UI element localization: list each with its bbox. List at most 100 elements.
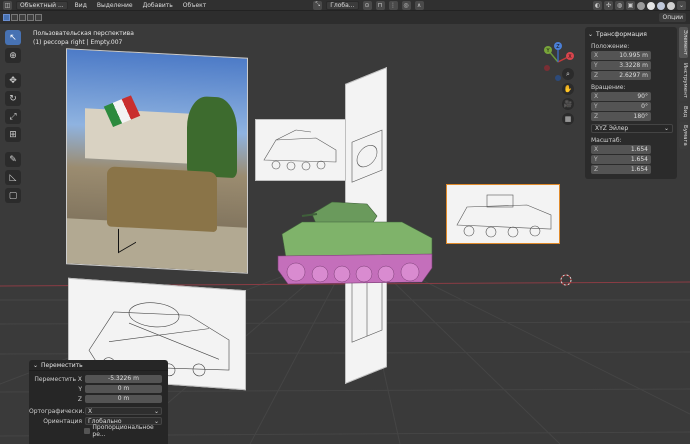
falloff-icon[interactable]: ∧ (414, 0, 424, 10)
select-box-icon[interactable]: ↖ (5, 30, 21, 45)
scale-y-field[interactable]: Y 1.654 (591, 155, 651, 164)
menu-object[interactable]: Объект (180, 1, 209, 10)
pivot-icon[interactable]: ⊙ (362, 0, 372, 10)
move-y-field[interactable]: 0 m (85, 385, 162, 393)
select-subtract-icon[interactable] (19, 14, 26, 21)
shading-options-icon[interactable]: ⌄ (677, 1, 686, 10)
proportional-row: Пропорциональное ре... (29, 424, 168, 438)
active-object-label: (1) рессора right | Empty.007 (33, 39, 123, 46)
field-value: 1.654 (630, 166, 648, 173)
rotation-y-field[interactable]: Y 0° (591, 102, 651, 111)
tab-tool[interactable]: Инструмент (679, 60, 688, 102)
proportional-checkbox[interactable]: Пропорциональное ре... (84, 424, 168, 438)
rotate-icon[interactable]: ↻ (5, 91, 21, 106)
camera-icon[interactable]: 🎥 (562, 98, 574, 110)
orientation-icon: ⤡ (313, 0, 323, 10)
rotation-z-field[interactable]: Z 180° (591, 112, 651, 121)
menu-select[interactable]: Выделение (94, 1, 136, 10)
move-x-label: Переместить X (34, 375, 82, 383)
select-invert-icon[interactable] (27, 14, 34, 21)
location-z-field[interactable]: Z 2.6297 m (591, 71, 651, 80)
scale-label: Масштаб: (591, 137, 622, 144)
material-shading-icon[interactable] (657, 1, 665, 10)
orientation-dropdown[interactable]: Глоба... (326, 0, 359, 10)
transform-panel-header[interactable]: ⌄ Трансформация (588, 29, 674, 39)
tool-shelf: ↖ ⊕ ✥ ↻ ⤢ ⊞ ✎ ◺ ▢ (5, 30, 21, 203)
field-value: 180° (633, 113, 648, 120)
tab-view[interactable]: Вид (679, 103, 688, 121)
axis-label: Z (594, 72, 599, 79)
ortho-dropdown[interactable]: X ⌄ (85, 407, 162, 415)
snap-icon[interactable]: ⊓ (375, 0, 385, 10)
proportional-edit-icon[interactable]: ◎ (401, 0, 411, 10)
operator-title: Переместить (41, 361, 83, 369)
location-label: Положение: (591, 43, 630, 50)
menu-add[interactable]: Добавить (140, 1, 176, 10)
move-z-field[interactable]: 0 m (85, 395, 162, 403)
proportional-label: Пропорциональное ре... (92, 424, 154, 438)
chevron-down-icon: ⌄ (588, 30, 594, 38)
axis-label: Y (594, 156, 598, 163)
3d-viewport[interactable]: Пользовательская перспектива (1) рессора… (0, 24, 690, 444)
sidebar-tabs: Элемент Инструмент Вид Бумага (679, 27, 690, 157)
selectability-icon[interactable]: ◐ (593, 1, 602, 10)
move-icon[interactable]: ✥ (5, 73, 21, 88)
axis-label: Y (594, 103, 598, 110)
gizmo-x-label: X (568, 54, 572, 60)
operator-header[interactable]: ⌄ Переместить (29, 360, 168, 371)
overlays-icon[interactable]: ◍ (615, 1, 624, 10)
tab-paper[interactable]: Бумага (679, 122, 688, 150)
location-y-field[interactable]: Y 3.3228 m (591, 61, 651, 70)
annotate-icon[interactable]: ✎ (5, 152, 21, 167)
rendered-shading-icon[interactable] (667, 1, 675, 10)
field-value: 10.995 m (619, 52, 648, 59)
rotation-x-field[interactable]: X 90° (591, 92, 651, 101)
axis-label: X (594, 52, 599, 59)
axis-label: X (594, 146, 599, 153)
ortho-toggle-icon[interactable]: ▦ (562, 113, 574, 125)
axis-label: X (594, 93, 599, 100)
field-value: 1.654 (630, 146, 648, 153)
tank-model[interactable] (272, 194, 442, 294)
axis-label: Z (594, 113, 599, 120)
pan-icon[interactable]: ✋ (562, 83, 574, 95)
move-x-row: Переместить X -5.3226 m (29, 374, 168, 384)
reference-photo[interactable] (66, 48, 248, 274)
tab-item[interactable]: Элемент (679, 27, 688, 59)
snap-target-icon[interactable]: ⋮ (388, 0, 398, 10)
zoom-icon[interactable]: ⌕ (562, 68, 574, 80)
rotation-label: Вращение: (591, 84, 626, 91)
xray-icon[interactable]: ▣ (626, 1, 635, 10)
gizmo-toggle-icon[interactable]: ✣ (604, 1, 613, 10)
sidebar-transform-panel: ⌄ Трансформация Положение: X 10.995 m Y 3.3… (585, 27, 677, 179)
location-x-field[interactable]: X 10.995 m (591, 51, 651, 60)
select-extend-icon[interactable] (11, 14, 18, 21)
wireframe-shading-icon[interactable] (637, 1, 645, 10)
toolbar-gap (5, 66, 21, 70)
blueprint-rear-sheet[interactable] (446, 184, 560, 244)
select-intersect-icon[interactable] (35, 14, 42, 21)
select-new-icon[interactable] (3, 14, 10, 21)
add-cube-icon[interactable]: ▢ (5, 188, 21, 203)
perspective-label: Пользовательская перспектива (33, 30, 134, 37)
cursor-icon[interactable]: ⊕ (5, 48, 21, 63)
mode-dropdown[interactable]: Объектный ... (16, 0, 68, 10)
field-value: 3.3228 m (619, 62, 648, 69)
scale-x-field[interactable]: X 1.654 (591, 145, 651, 154)
transform-icon[interactable]: ⊞ (5, 127, 21, 142)
3d-viewport-icon[interactable]: ◫ (3, 0, 12, 10)
header-right-tools: ◐ ✣ ◍ ▣ ⌄ (593, 1, 686, 10)
field-value: 1.654 (630, 156, 648, 163)
scale-icon[interactable]: ⤢ (5, 109, 21, 124)
blueprint-side-drawing (263, 129, 337, 171)
solid-shading-icon[interactable] (647, 1, 655, 10)
move-x-field[interactable]: -5.3226 m (85, 375, 162, 383)
scale-z-field[interactable]: Z 1.654 (591, 165, 651, 174)
blueprint-side-sheet[interactable] (255, 119, 347, 181)
rotation-mode-dropdown[interactable]: XYZ Эйлер ⌄ (591, 124, 673, 133)
field-value: 0° (641, 103, 648, 110)
menu-view[interactable]: Вид (72, 1, 90, 10)
options-button[interactable]: Опции (659, 13, 686, 22)
field-value: 2.6297 m (619, 72, 648, 79)
measure-icon[interactable]: ◺ (5, 170, 21, 185)
